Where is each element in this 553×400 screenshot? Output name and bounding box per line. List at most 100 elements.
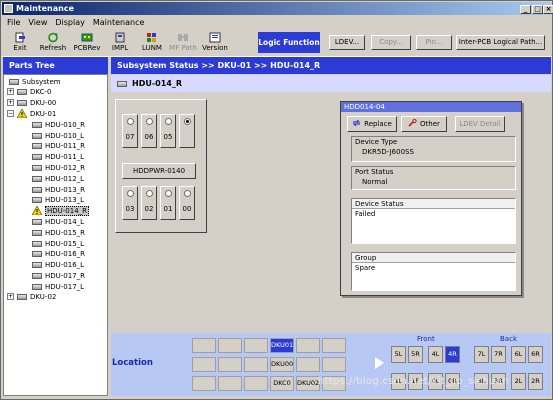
hdu-icon — [32, 176, 42, 182]
bay-2l[interactable]: 2L — [511, 373, 526, 390]
bay-6r[interactable]: 6R — [528, 346, 543, 363]
hdd-slot-00[interactable]: 00 — [179, 186, 195, 220]
lunm-button[interactable]: LUNM — [137, 32, 167, 54]
title-bar: Maintenance _ □ × — [2, 2, 553, 15]
location-cell[interactable] — [192, 338, 216, 353]
menu-maintenance[interactable]: Maintenance — [89, 16, 149, 29]
location-cell[interactable] — [218, 338, 242, 353]
location-cell[interactable] — [244, 338, 268, 353]
slot-led-icon — [127, 118, 134, 125]
version-button[interactable]: Version — [200, 32, 230, 54]
tree-label: HDU-016_L — [45, 261, 85, 269]
menu-file[interactable]: File — [3, 16, 24, 29]
tree-label: HDU-010_L — [45, 132, 85, 140]
slot-led-icon — [184, 190, 191, 197]
location-dku01[interactable]: DKU01 — [270, 338, 294, 353]
bay-4l[interactable]: 4L — [428, 346, 443, 363]
location-cell[interactable] — [296, 357, 320, 372]
ldev-button[interactable]: LDEV... — [329, 35, 365, 50]
tree-label: HDU-015_L — [45, 240, 85, 248]
exit-button[interactable]: Exit — [5, 32, 35, 54]
minimize-button[interactable]: _ — [520, 5, 531, 14]
replace-label: Replace — [364, 120, 392, 128]
location-cell[interactable] — [218, 376, 242, 391]
hdd-slot-06[interactable]: 06 — [141, 114, 157, 148]
tree-label: HDU-017_R — [45, 272, 86, 280]
mf-path-label: MF Path — [169, 44, 197, 52]
bay-5r[interactable]: 5R — [408, 346, 423, 363]
bay-5l[interactable]: 5L — [391, 346, 406, 363]
menu-bar: File View Display Maintenance — [3, 16, 148, 29]
version-icon — [209, 32, 221, 43]
slot-label: 01 — [163, 205, 173, 213]
impl-button[interactable]: IMPL — [105, 32, 135, 54]
lunm-icon — [147, 33, 156, 42]
collapse-icon[interactable]: − — [7, 110, 14, 117]
hdd-slot-07[interactable]: 07 — [122, 114, 138, 148]
bay-6l[interactable]: 6L — [511, 346, 526, 363]
replace-button[interactable]: Replace — [347, 116, 397, 132]
lunm-label: LUNM — [142, 44, 162, 52]
hdd-slot-01[interactable]: 01 — [160, 186, 176, 220]
refresh-icon — [48, 32, 58, 43]
tree-label: HDU-014_L — [45, 218, 85, 226]
other-button[interactable]: Other — [401, 116, 447, 132]
bay-7l[interactable]: 7L — [474, 346, 489, 363]
ldev-detail-button[interactable]: LDEV Detail — [455, 116, 505, 132]
version-label: Version — [202, 44, 228, 52]
warning-icon — [32, 206, 42, 215]
hdd-slot-02[interactable]: 02 — [141, 186, 157, 220]
expand-icon[interactable]: + — [7, 88, 14, 95]
location-cell[interactable] — [192, 376, 216, 391]
app-icon — [4, 4, 13, 13]
bay-4r-selected[interactable]: 4R — [445, 346, 460, 363]
hdd-slot-04-selected[interactable] — [179, 114, 195, 148]
location-cell[interactable] — [296, 338, 320, 353]
hdd-slot-05[interactable]: 05 — [160, 114, 176, 148]
hdd-power-button[interactable]: HDDPWR-0140 — [122, 163, 196, 179]
slot-label: 06 — [144, 133, 154, 141]
mf-path-button[interactable]: MF Path — [168, 32, 198, 54]
tree-label: HDU-010_R — [45, 121, 86, 129]
close-button[interactable]: × — [543, 5, 553, 14]
location-cell[interactable] — [322, 357, 346, 372]
hdu-icon — [32, 219, 42, 225]
hdu-icon — [32, 197, 42, 203]
location-dku02[interactable]: DKU02 — [296, 376, 320, 391]
menu-view[interactable]: View — [24, 16, 51, 29]
bay-2r[interactable]: 2R — [528, 373, 543, 390]
location-cell[interactable] — [244, 357, 268, 372]
hdu-icon — [117, 81, 127, 87]
device-type-value: DKR5D-J600SS — [362, 148, 414, 156]
inter-pcb-logical-path-button[interactable]: Inter-PCB Logical Path... — [456, 35, 545, 50]
hdu-icon — [32, 143, 42, 149]
refresh-button[interactable]: Refresh — [38, 32, 68, 54]
tree-label: HDU-013_R — [45, 186, 86, 194]
expand-icon[interactable]: + — [7, 293, 14, 300]
menu-display[interactable]: Display — [51, 16, 89, 29]
exit-label: Exit — [13, 44, 27, 52]
location-dku00[interactable]: DKU00 — [270, 357, 294, 372]
port-status-group: Port Status Normal — [351, 166, 516, 190]
tree-label: HDU-017_L — [45, 283, 85, 291]
hdu-icon — [32, 262, 42, 268]
tree-label: HDU-012_L — [45, 175, 85, 183]
parts-tree: Subsystem + DKC-0 + DKU-00 − DKU-01 HDU-… — [3, 74, 108, 396]
location-cell[interactable] — [218, 357, 242, 372]
copy-button[interactable]: Copy... — [371, 35, 411, 50]
location-dkc0[interactable]: DKC0 — [270, 376, 294, 391]
hdu-icon — [32, 154, 42, 160]
wrench-icon — [408, 119, 417, 127]
hdu-icon — [32, 241, 42, 247]
expand-icon[interactable]: + — [7, 99, 14, 106]
bay-7r[interactable]: 7R — [491, 346, 506, 363]
pcbrev-label: PCBRev — [73, 44, 101, 52]
location-cell[interactable] — [192, 357, 216, 372]
pin-button[interactable]: Pin... — [416, 35, 452, 50]
maximize-button[interactable]: □ — [532, 5, 543, 14]
hdd-slot-03[interactable]: 03 — [122, 186, 138, 220]
pcbrev-button[interactable]: PCBRev — [72, 32, 102, 54]
location-cell[interactable] — [244, 376, 268, 391]
location-cell[interactable] — [322, 338, 346, 353]
tree-label: HDU-012_R — [45, 164, 86, 172]
